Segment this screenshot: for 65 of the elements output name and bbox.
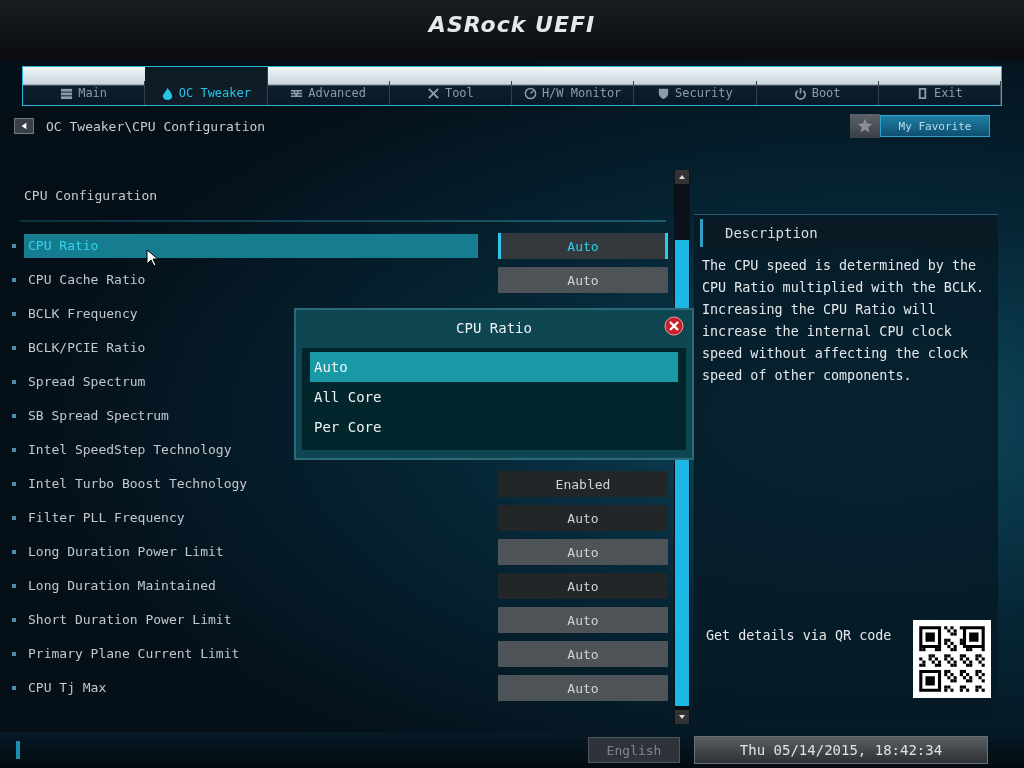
bullet-icon — [12, 516, 16, 520]
gauge-icon — [523, 86, 537, 100]
setting-label[interactable]: Primary Plane Current Limit — [24, 642, 478, 666]
setting-value[interactable]: Auto — [498, 641, 668, 667]
description-header: Description — [700, 219, 998, 247]
grid-icon — [60, 86, 74, 100]
scroll-up-icon[interactable] — [675, 170, 689, 184]
section-title: CPU Configuration — [23, 188, 159, 205]
bullet-icon — [12, 380, 16, 384]
breadcrumb-path: OC Tweaker\CPU Configuration — [46, 118, 266, 134]
tab[interactable]: H/W Monitor — [512, 81, 635, 105]
close-icon[interactable] — [664, 316, 684, 336]
setting-label[interactable]: CPU Tj Max — [24, 676, 478, 700]
bullet-icon — [12, 584, 16, 588]
setting-value[interactable]: Auto — [498, 233, 668, 259]
language-button[interactable]: English — [588, 737, 680, 763]
setting-label[interactable]: Long Duration Power Limit — [24, 540, 478, 564]
bullet-icon — [12, 278, 16, 282]
power-icon — [793, 86, 807, 100]
tab[interactable]: Tool — [389, 81, 512, 105]
bullet-icon — [12, 618, 16, 622]
bullet-icon — [12, 652, 16, 656]
star-button[interactable] — [850, 114, 880, 138]
setting-label[interactable]: CPU Cache Ratio — [24, 268, 478, 292]
mouse-pointer-icon — [146, 249, 158, 267]
setting-value[interactable]: Auto — [498, 267, 668, 293]
bullet-icon — [12, 414, 16, 418]
setting-label[interactable]: Intel Turbo Boost Technology — [24, 472, 478, 496]
date-time: Thu 05/14/2015, 18:42:34 — [694, 736, 988, 764]
setting-value[interactable]: Enabled — [498, 471, 668, 497]
setting-value[interactable]: Auto — [498, 539, 668, 565]
tab[interactable]: Boot — [756, 81, 879, 105]
popup-title: CPU Ratio — [456, 320, 532, 336]
description-text: The CPU speed is determined by the CPU Ratio multiplied with the BCLK. Increasing the CPU Ratio will increase the internal CPU clock speed without affecting the clock speed of other components. — [701, 257, 986, 385]
setting-label[interactable]: Long Duration Maintained — [24, 574, 478, 598]
setting-value[interactable]: Auto — [498, 505, 668, 531]
popup-option[interactable]: Per Core — [310, 412, 678, 442]
bullet-icon — [12, 244, 16, 248]
bullet-icon — [12, 346, 16, 350]
bullet-icon — [12, 686, 16, 690]
my-favorite-button[interactable]: My Favorite — [880, 115, 990, 137]
shield-icon — [656, 86, 670, 100]
tab[interactable]: Advanced — [267, 81, 390, 105]
qr-caption: Get details via QR code — [706, 628, 892, 643]
setting-value[interactable]: Auto — [498, 675, 668, 701]
scroll-down-icon[interactable] — [675, 710, 689, 724]
setting-label[interactable]: Filter PLL Frequency — [24, 506, 478, 530]
setting-value[interactable]: Auto — [498, 607, 668, 633]
back-button[interactable] — [14, 118, 34, 134]
bullet-icon — [12, 482, 16, 486]
setting-value[interactable]: Auto — [498, 573, 668, 599]
tab[interactable]: Exit — [878, 81, 1001, 105]
cross-tools-icon — [426, 86, 440, 100]
setting-label[interactable]: Short Duration Power Limit — [24, 608, 478, 632]
bullet-icon — [12, 312, 16, 316]
tab[interactable]: OC Tweaker — [145, 67, 268, 105]
tab[interactable]: Security — [634, 81, 757, 105]
drop-icon — [160, 87, 174, 100]
bullet-icon — [12, 550, 16, 554]
bullet-icon — [12, 448, 16, 452]
qr-code-icon — [913, 620, 991, 698]
star-icon — [857, 118, 873, 134]
uefi-title: ASRock UEFI — [428, 12, 596, 37]
left-arrow-icon — [20, 122, 28, 130]
popup-option[interactable]: All Core — [310, 382, 678, 412]
